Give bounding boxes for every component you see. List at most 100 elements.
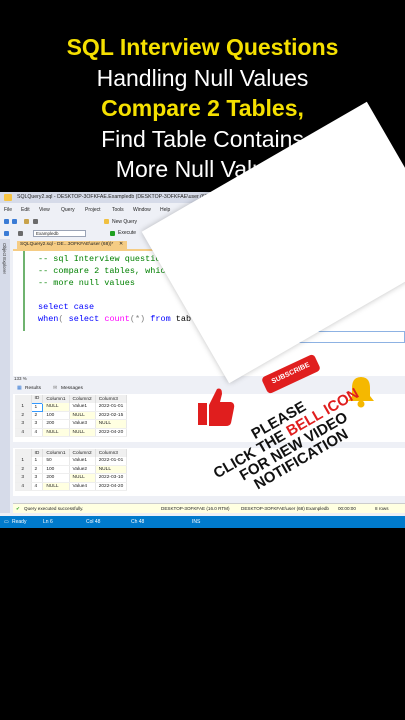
row-number: 1 <box>15 457 32 466</box>
back-icon[interactable] <box>4 219 9 224</box>
row-number: 1 <box>15 403 32 412</box>
new-query-button[interactable]: New Query <box>112 219 137 225</box>
menu-help[interactable]: Help <box>160 207 170 213</box>
menu-tools[interactable]: Tools <box>112 207 124 213</box>
grid-cell[interactable]: NULL <box>42 482 70 492</box>
grid-cell[interactable]: Value3 <box>69 419 96 429</box>
grid-cell[interactable]: NULL <box>42 428 70 438</box>
status-rows: 8 rows <box>375 506 389 511</box>
grid-cell[interactable]: 1 <box>31 457 44 466</box>
table-row[interactable]: 1 1 50 Value1 2022-01-01 <box>15 457 128 466</box>
grid-cell[interactable]: NULL <box>69 473 96 483</box>
grid-cell[interactable]: 2022-04-20 <box>95 482 128 492</box>
change-gutter <box>23 251 25 331</box>
new-query-icon[interactable] <box>104 219 109 224</box>
status-ready-icon: ▭ <box>4 519 9 525</box>
menu-project[interactable]: Project <box>85 207 101 213</box>
grid-cell[interactable]: NULL <box>69 411 96 421</box>
status-db: Exampledb <box>306 506 329 511</box>
grid-cell[interactable]: NULL <box>42 403 70 412</box>
grid-cell[interactable]: 50 <box>42 457 70 466</box>
tab-results[interactable]: Results <box>25 386 41 391</box>
save-icon[interactable] <box>33 219 38 224</box>
app-status-bar: ▭ Ready Ln 6 Col 48 Ch 48 INS <box>0 516 405 528</box>
grid-header: Column1 <box>42 449 70 457</box>
results-grid-icon-small: ▦ <box>17 386 22 391</box>
code-line-1: -- sql Interview questions <box>38 254 171 264</box>
status-ready: Ready <box>12 519 27 525</box>
grid-cell[interactable]: 1 <box>30 402 44 412</box>
row-number: 4 <box>15 482 32 492</box>
forward-icon[interactable] <box>12 219 17 224</box>
grid-cell[interactable]: 4 <box>31 428 44 438</box>
menu-window[interactable]: Window <box>133 207 151 213</box>
grid-cell[interactable]: NULL <box>69 428 96 438</box>
zoom-level[interactable]: 133 % <box>14 376 27 381</box>
table-row[interactable]: 1 1 NULL Value1 2022-01-01 <box>15 402 128 412</box>
grid-cell[interactable]: Value2 <box>69 465 96 475</box>
grid-cell[interactable]: 200 <box>42 473 70 483</box>
grid-cell[interactable]: NULL <box>95 419 128 429</box>
results-grid-1[interactable]: ID Column1 Column2 Column3 1 1 NULL Valu… <box>15 395 128 438</box>
table-row[interactable]: 2 2 100 NULL 2022-02-15 <box>15 411 128 421</box>
execute-icon[interactable] <box>110 231 115 236</box>
headline-line-2: Handling Null Values <box>96 64 309 91</box>
table-row[interactable]: 4 4 NULL NULL 2022-04-20 <box>15 428 128 438</box>
row-number: 4 <box>15 428 32 438</box>
tab-sqlquery2[interactable]: SQLQuery2.sql - DE...3OFKFAE\user (68))*… <box>17 241 127 249</box>
grid-cell[interactable]: 2022-01-01 <box>95 403 128 412</box>
tab-close-icon[interactable]: ✕ <box>119 241 123 249</box>
grid-header: Column1 <box>42 395 70 403</box>
messages-icon: ✉ <box>53 386 58 391</box>
grid-cell[interactable]: 2022-03-10 <box>95 473 128 483</box>
menu-view[interactable]: View <box>39 207 50 213</box>
code-line-3: -- more null values <box>38 278 135 288</box>
status-time: 00:00:00 <box>338 506 356 511</box>
grid-header: ID <box>31 395 44 403</box>
grid-cell[interactable]: Value1 <box>69 403 96 412</box>
connect-icon[interactable] <box>4 231 9 236</box>
tab-messages[interactable]: Messages <box>61 386 83 391</box>
grid-header: Column3 <box>95 449 128 457</box>
table-row[interactable]: 4 4 NULL Value4 2022-04-20 <box>15 482 128 492</box>
grid-cell[interactable]: 200 <box>42 419 70 429</box>
object-explorer-strip[interactable]: Object Explorer <box>0 239 10 513</box>
results-grid-2[interactable]: ID Column1 Column2 Column3 1 1 50 Value1… <box>15 449 128 492</box>
grid-cell[interactable]: 2022-04-20 <box>95 428 128 438</box>
grid-cell[interactable]: NULL <box>95 465 128 475</box>
status-ch: Ch 48 <box>131 519 145 525</box>
code-line-5: select case <box>38 302 95 312</box>
grid-cell[interactable]: 2022-01-01 <box>95 457 128 466</box>
grid-cell[interactable]: 2 <box>31 411 44 421</box>
grid-cell[interactable]: Value4 <box>69 482 96 492</box>
table-row[interactable]: 2 2 100 Value2 NULL <box>15 465 128 475</box>
headline-line-1: SQL Interview Questions <box>66 34 339 60</box>
grid-cell[interactable]: 2 <box>31 465 44 475</box>
tab-label: SQLQuery2.sql - DE...3OFKFAE\user (68))* <box>20 242 114 247</box>
grid-cell[interactable]: 3 <box>31 419 44 429</box>
table-row[interactable]: 3 3 200 NULL 2022-03-10 <box>15 473 128 483</box>
folder-icon[interactable] <box>24 219 29 224</box>
row-number: 2 <box>15 411 32 421</box>
menu-file[interactable]: File <box>4 207 12 213</box>
query-status-bar: ✔ Query executed successfully. DESKTOP-3… <box>13 503 405 513</box>
database-select[interactable]: Exampledb <box>33 230 86 237</box>
ssms-logo-icon <box>4 194 12 201</box>
grid-cell[interactable]: 3 <box>31 473 44 483</box>
grid-cell[interactable]: 2022-02-15 <box>95 411 128 421</box>
status-line: Ln 6 <box>43 519 53 525</box>
row-number: 2 <box>15 465 32 475</box>
grid-cell[interactable]: 4 <box>31 482 44 492</box>
table-row[interactable]: 3 3 200 Value3 NULL <box>15 419 128 429</box>
grid-cell[interactable]: Value1 <box>69 457 96 466</box>
menu-query[interactable]: Query <box>61 207 75 213</box>
grid-cell[interactable]: 100 <box>42 411 70 421</box>
grid-header: ID <box>31 449 44 457</box>
menu-edit[interactable]: Edit <box>21 207 30 213</box>
grid-header-row: ID Column1 Column2 Column3 <box>15 449 128 457</box>
execute-button[interactable]: Execute <box>118 230 136 236</box>
change-connection-icon[interactable] <box>18 231 23 236</box>
row-number: 3 <box>15 473 32 483</box>
grid-cell[interactable]: 100 <box>42 465 70 475</box>
grid-header: Column2 <box>69 395 96 403</box>
